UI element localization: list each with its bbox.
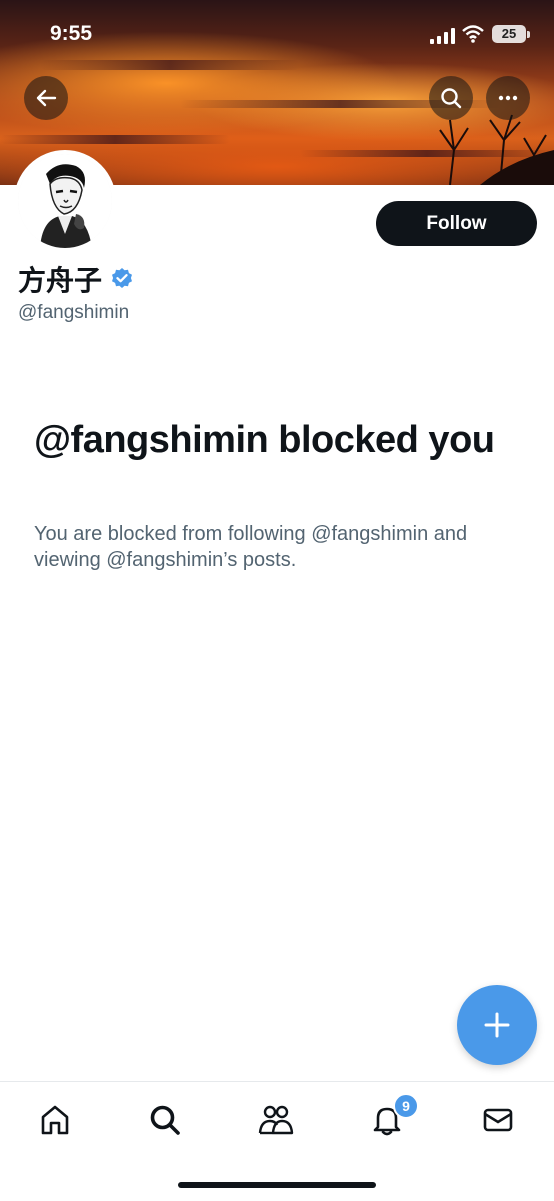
people-icon <box>258 1105 294 1135</box>
profile-handle: @fangshimin <box>18 302 130 323</box>
mail-icon <box>483 1108 513 1132</box>
cellular-signal-icon <box>430 28 455 44</box>
tab-explore[interactable] <box>147 1102 183 1138</box>
compose-button[interactable] <box>457 985 537 1065</box>
profile-avatar[interactable] <box>14 150 116 252</box>
search-icon <box>441 88 462 109</box>
more-options-button[interactable] <box>486 76 530 120</box>
status-bar: 9:55 25 <box>0 0 554 70</box>
follow-button[interactable]: Follow <box>376 201 537 246</box>
tree-silhouette <box>439 114 554 185</box>
status-time: 9:55 <box>50 22 93 45</box>
battery-indicator: 25 <box>492 25 526 43</box>
notifications-badge: 9 <box>393 1093 419 1119</box>
search-icon <box>150 1105 180 1135</box>
avatar-portrait <box>18 154 112 248</box>
arrow-left-icon <box>36 89 57 107</box>
verified-badge-icon[interactable] <box>110 267 134 291</box>
home-indicator <box>178 1182 376 1188</box>
blocked-description: You are blocked from following @fangshim… <box>34 523 468 571</box>
home-icon <box>41 1105 69 1135</box>
search-button[interactable] <box>429 76 473 120</box>
more-horizontal-icon <box>498 95 518 101</box>
tab-home[interactable] <box>37 1102 73 1138</box>
plus-icon <box>484 1012 510 1038</box>
tab-communities[interactable] <box>258 1102 294 1138</box>
blocked-title: @fangshimin blocked you <box>34 419 495 461</box>
profile-display-name-row: 方舟子 <box>18 259 134 299</box>
display-name: 方舟子 <box>18 264 103 297</box>
wifi-icon <box>462 25 484 43</box>
tab-messages[interactable] <box>480 1102 516 1138</box>
battery-tip <box>527 31 530 38</box>
back-button[interactable] <box>24 76 68 120</box>
